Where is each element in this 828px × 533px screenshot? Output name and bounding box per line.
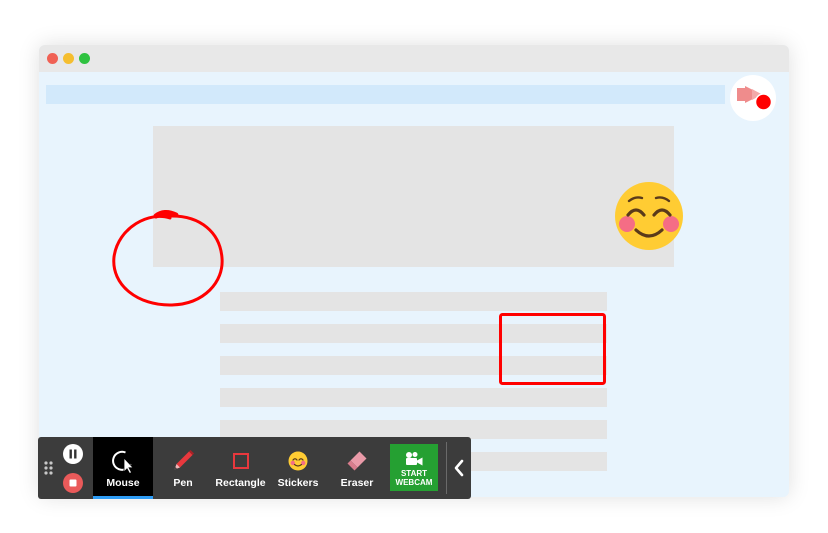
circle-drawing	[112, 212, 224, 307]
mouse-cursor-icon	[112, 450, 134, 474]
chevron-left-icon	[454, 459, 464, 477]
stop-button[interactable]	[63, 473, 83, 493]
rectangle-icon	[232, 453, 249, 469]
tool-mouse-label: Mouse	[106, 477, 140, 489]
drag-handle-icon[interactable]	[38, 437, 58, 499]
collapse-toolbar-button[interactable]	[449, 455, 469, 481]
tool-eraser-label: Eraser	[340, 477, 374, 489]
tool-pen[interactable]: Pen	[153, 437, 213, 499]
smiley-icon	[288, 451, 308, 471]
pause-icon	[69, 449, 77, 459]
start-webcam-button[interactable]: START WEBCAM	[390, 444, 438, 491]
annotation-toolbar: Mouse Pen Rectangle Stickers Eraser STAR…	[38, 437, 471, 499]
pen-icon	[174, 450, 194, 470]
start-webcam-label: START WEBCAM	[395, 469, 433, 487]
tool-eraser[interactable]: Eraser	[328, 437, 386, 499]
stop-icon	[69, 479, 77, 487]
tool-pen-label: Pen	[173, 477, 193, 489]
tool-stickers-label: Stickers	[277, 477, 319, 489]
smiling-face-sticker	[615, 182, 683, 250]
tool-mouse[interactable]: Mouse	[93, 437, 153, 499]
pause-button[interactable]	[63, 444, 83, 464]
tool-rectangle-label: Rectangle	[215, 477, 266, 489]
eraser-icon	[347, 451, 367, 471]
tool-stickers[interactable]: Stickers	[268, 437, 328, 499]
video-camera-icon	[406, 452, 423, 466]
rectangle-drawing	[499, 313, 606, 385]
tool-rectangle[interactable]: Rectangle	[213, 437, 268, 499]
toolbar-divider	[446, 442, 447, 494]
